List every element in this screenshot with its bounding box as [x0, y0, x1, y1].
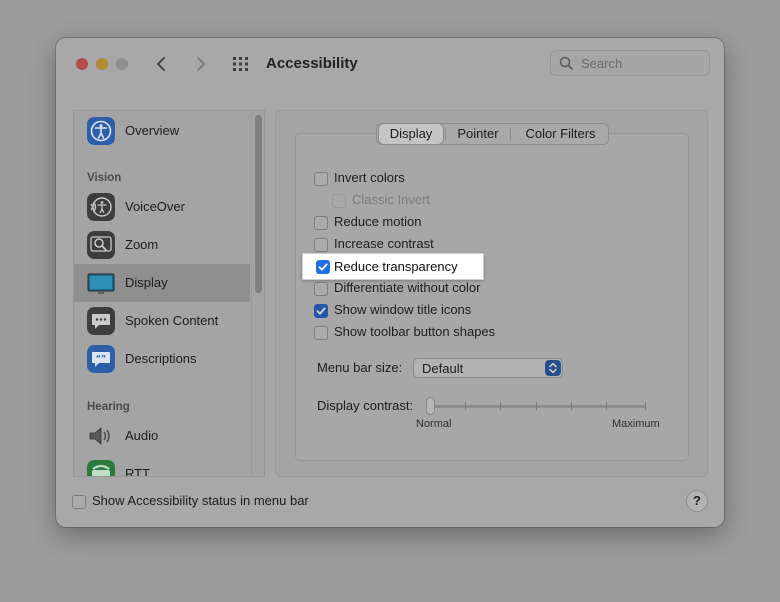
- menu-bar-size-label: Menu bar size:: [317, 360, 403, 375]
- checkbox-label: Increase contrast: [334, 236, 434, 251]
- back-button[interactable]: [150, 52, 174, 76]
- show-all-button[interactable]: [231, 55, 251, 73]
- tab-divider: [510, 128, 511, 140]
- tab-color-filters[interactable]: Color Filters: [513, 124, 608, 144]
- sidebar-item-display[interactable]: Display: [74, 264, 250, 302]
- popup-value: Default: [422, 361, 464, 376]
- sidebar-item-label: Display: [125, 275, 168, 290]
- checkmark-icon: [318, 263, 328, 271]
- slider-tick: [571, 402, 572, 410]
- sidebar-item-overview[interactable]: Overview: [74, 112, 250, 150]
- checkbox-label: Show Accessibility status in menu bar: [92, 493, 309, 508]
- sidebar-item-label: Zoom: [125, 237, 159, 252]
- tab-pointer[interactable]: Pointer: [447, 124, 509, 144]
- zoom-window-button[interactable]: [116, 58, 128, 70]
- slider-tick: [500, 402, 501, 410]
- checkbox-box[interactable]: [314, 304, 328, 318]
- display-contrast-slider-track[interactable]: [430, 405, 646, 408]
- grid-icon: [233, 57, 248, 71]
- checkbox-label: Classic Invert: [352, 192, 431, 207]
- sidebar-scroll-track: [251, 111, 252, 476]
- slider-max-label: Maximum: [612, 418, 660, 430]
- checkmark-icon: [316, 307, 326, 315]
- section-header-hearing: Hearing: [87, 401, 130, 413]
- checkbox-box[interactable]: [314, 326, 328, 340]
- checkbox-box[interactable]: [314, 172, 328, 186]
- tab-display[interactable]: Display: [379, 124, 443, 144]
- descriptions-icon: “”: [87, 345, 115, 373]
- sidebar: Overview Vision VoiceOver Zoom Display S…: [73, 110, 265, 477]
- checkbox-label: Differentiate without color: [334, 280, 481, 295]
- section-header-vision: Vision: [87, 172, 122, 184]
- checkbox-box: [332, 194, 346, 208]
- chevron-right-icon: [197, 57, 205, 71]
- sidebar-item-label: Audio: [125, 428, 159, 443]
- checkbox-box[interactable]: [314, 282, 328, 296]
- sidebar-item-rtt[interactable]: RTT: [74, 455, 250, 477]
- checkbox-box[interactable]: [72, 495, 86, 509]
- svg-text:“”: “”: [96, 354, 107, 363]
- help-button[interactable]: ?: [686, 490, 708, 512]
- sidebar-item-voiceover[interactable]: VoiceOver: [74, 188, 250, 226]
- voiceover-icon: [87, 193, 115, 221]
- sidebar-item-audio[interactable]: Audio: [74, 417, 250, 455]
- sidebar-item-label: Spoken Content: [125, 313, 219, 328]
- sidebar-item-label: RTT: [125, 466, 151, 477]
- chevron-left-icon: [157, 57, 165, 71]
- display-contrast-label: Display contrast:: [317, 398, 414, 413]
- checkbox-box[interactable]: [314, 238, 328, 252]
- checkbox-label: Show window title icons: [334, 302, 472, 317]
- search-field[interactable]: Search: [550, 50, 710, 76]
- menu-bar-size-popup[interactable]: Default: [413, 358, 563, 378]
- checkbox-label: Show toolbar button shapes: [334, 324, 496, 339]
- up-down-arrows-icon: [545, 360, 561, 376]
- search-icon: [559, 56, 573, 70]
- sidebar-item-label: VoiceOver: [125, 199, 185, 214]
- sidebar-item-zoom[interactable]: Zoom: [74, 226, 250, 264]
- sidebar-item-descriptions[interactable]: “” Descriptions: [74, 340, 250, 378]
- slider-tick: [606, 402, 607, 410]
- sidebar-item-label: Overview: [125, 123, 180, 138]
- tab-bar: Display Pointer Color Filters: [376, 123, 609, 145]
- close-window-button[interactable]: [76, 58, 88, 70]
- slider-min-label: Normal: [416, 418, 452, 430]
- minimize-window-button[interactable]: [96, 58, 108, 70]
- zoom-icon: [87, 231, 115, 259]
- checkbox-label: Reduce transparency: [334, 259, 458, 274]
- rtt-icon: [87, 460, 115, 476]
- checkbox-box[interactable]: [316, 260, 330, 274]
- display-icon: [87, 269, 115, 297]
- sidebar-scrollbar[interactable]: [255, 115, 262, 293]
- slider-tick: [645, 402, 646, 410]
- checkbox-label: Reduce motion: [334, 214, 422, 229]
- checkbox-box[interactable]: [314, 216, 328, 230]
- spoken-content-icon: [87, 307, 115, 335]
- tab-divider: [445, 128, 446, 140]
- reduce-transparency-checkbox[interactable]: Reduce transparency: [302, 253, 484, 280]
- forward-button[interactable]: [188, 52, 212, 76]
- window-title: Accessibility: [266, 55, 358, 72]
- slider-tick: [465, 402, 466, 410]
- checkbox-label: Invert colors: [334, 170, 405, 185]
- audio-icon: [87, 422, 115, 450]
- sidebar-item-label: Descriptions: [125, 351, 197, 366]
- display-contrast-slider-knob[interactable]: [426, 397, 435, 415]
- slider-tick: [536, 402, 537, 410]
- sidebar-item-spoken-content[interactable]: Spoken Content: [74, 302, 250, 340]
- search-placeholder: Search: [581, 56, 623, 71]
- overview-icon: [87, 117, 115, 145]
